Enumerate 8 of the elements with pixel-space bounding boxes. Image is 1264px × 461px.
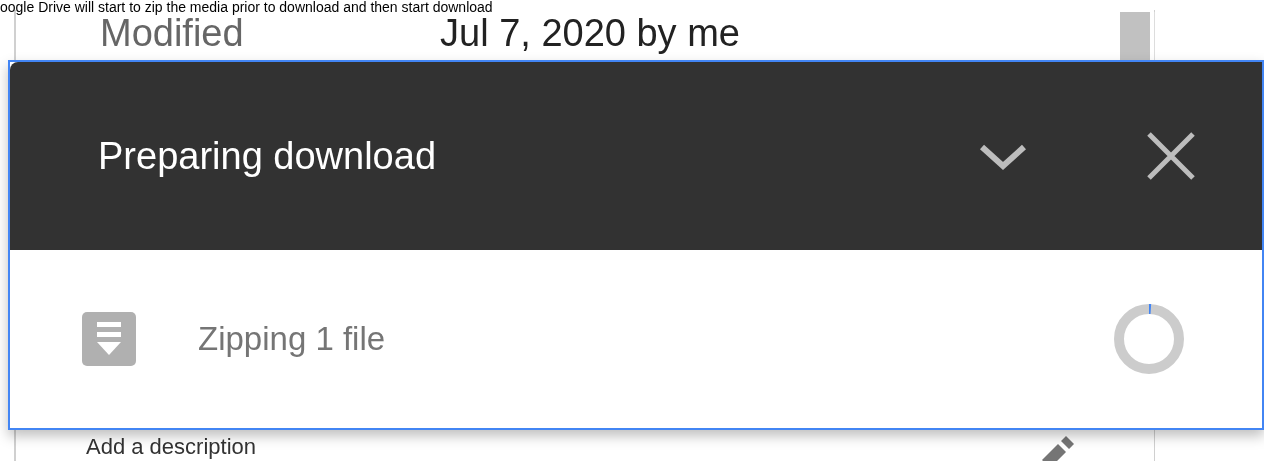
progress-ring <box>1114 304 1184 374</box>
close-icon[interactable] <box>1146 131 1196 181</box>
scrollbar-thumb[interactable] <box>1120 12 1150 62</box>
download-file-icon <box>82 312 136 366</box>
modified-value: Jul 7, 2020 by me <box>440 11 740 55</box>
item-text: Zipping 1 file <box>198 320 387 358</box>
description-field[interactable]: Add a description <box>86 434 256 460</box>
dialog-title: Preparing download <box>98 134 437 178</box>
